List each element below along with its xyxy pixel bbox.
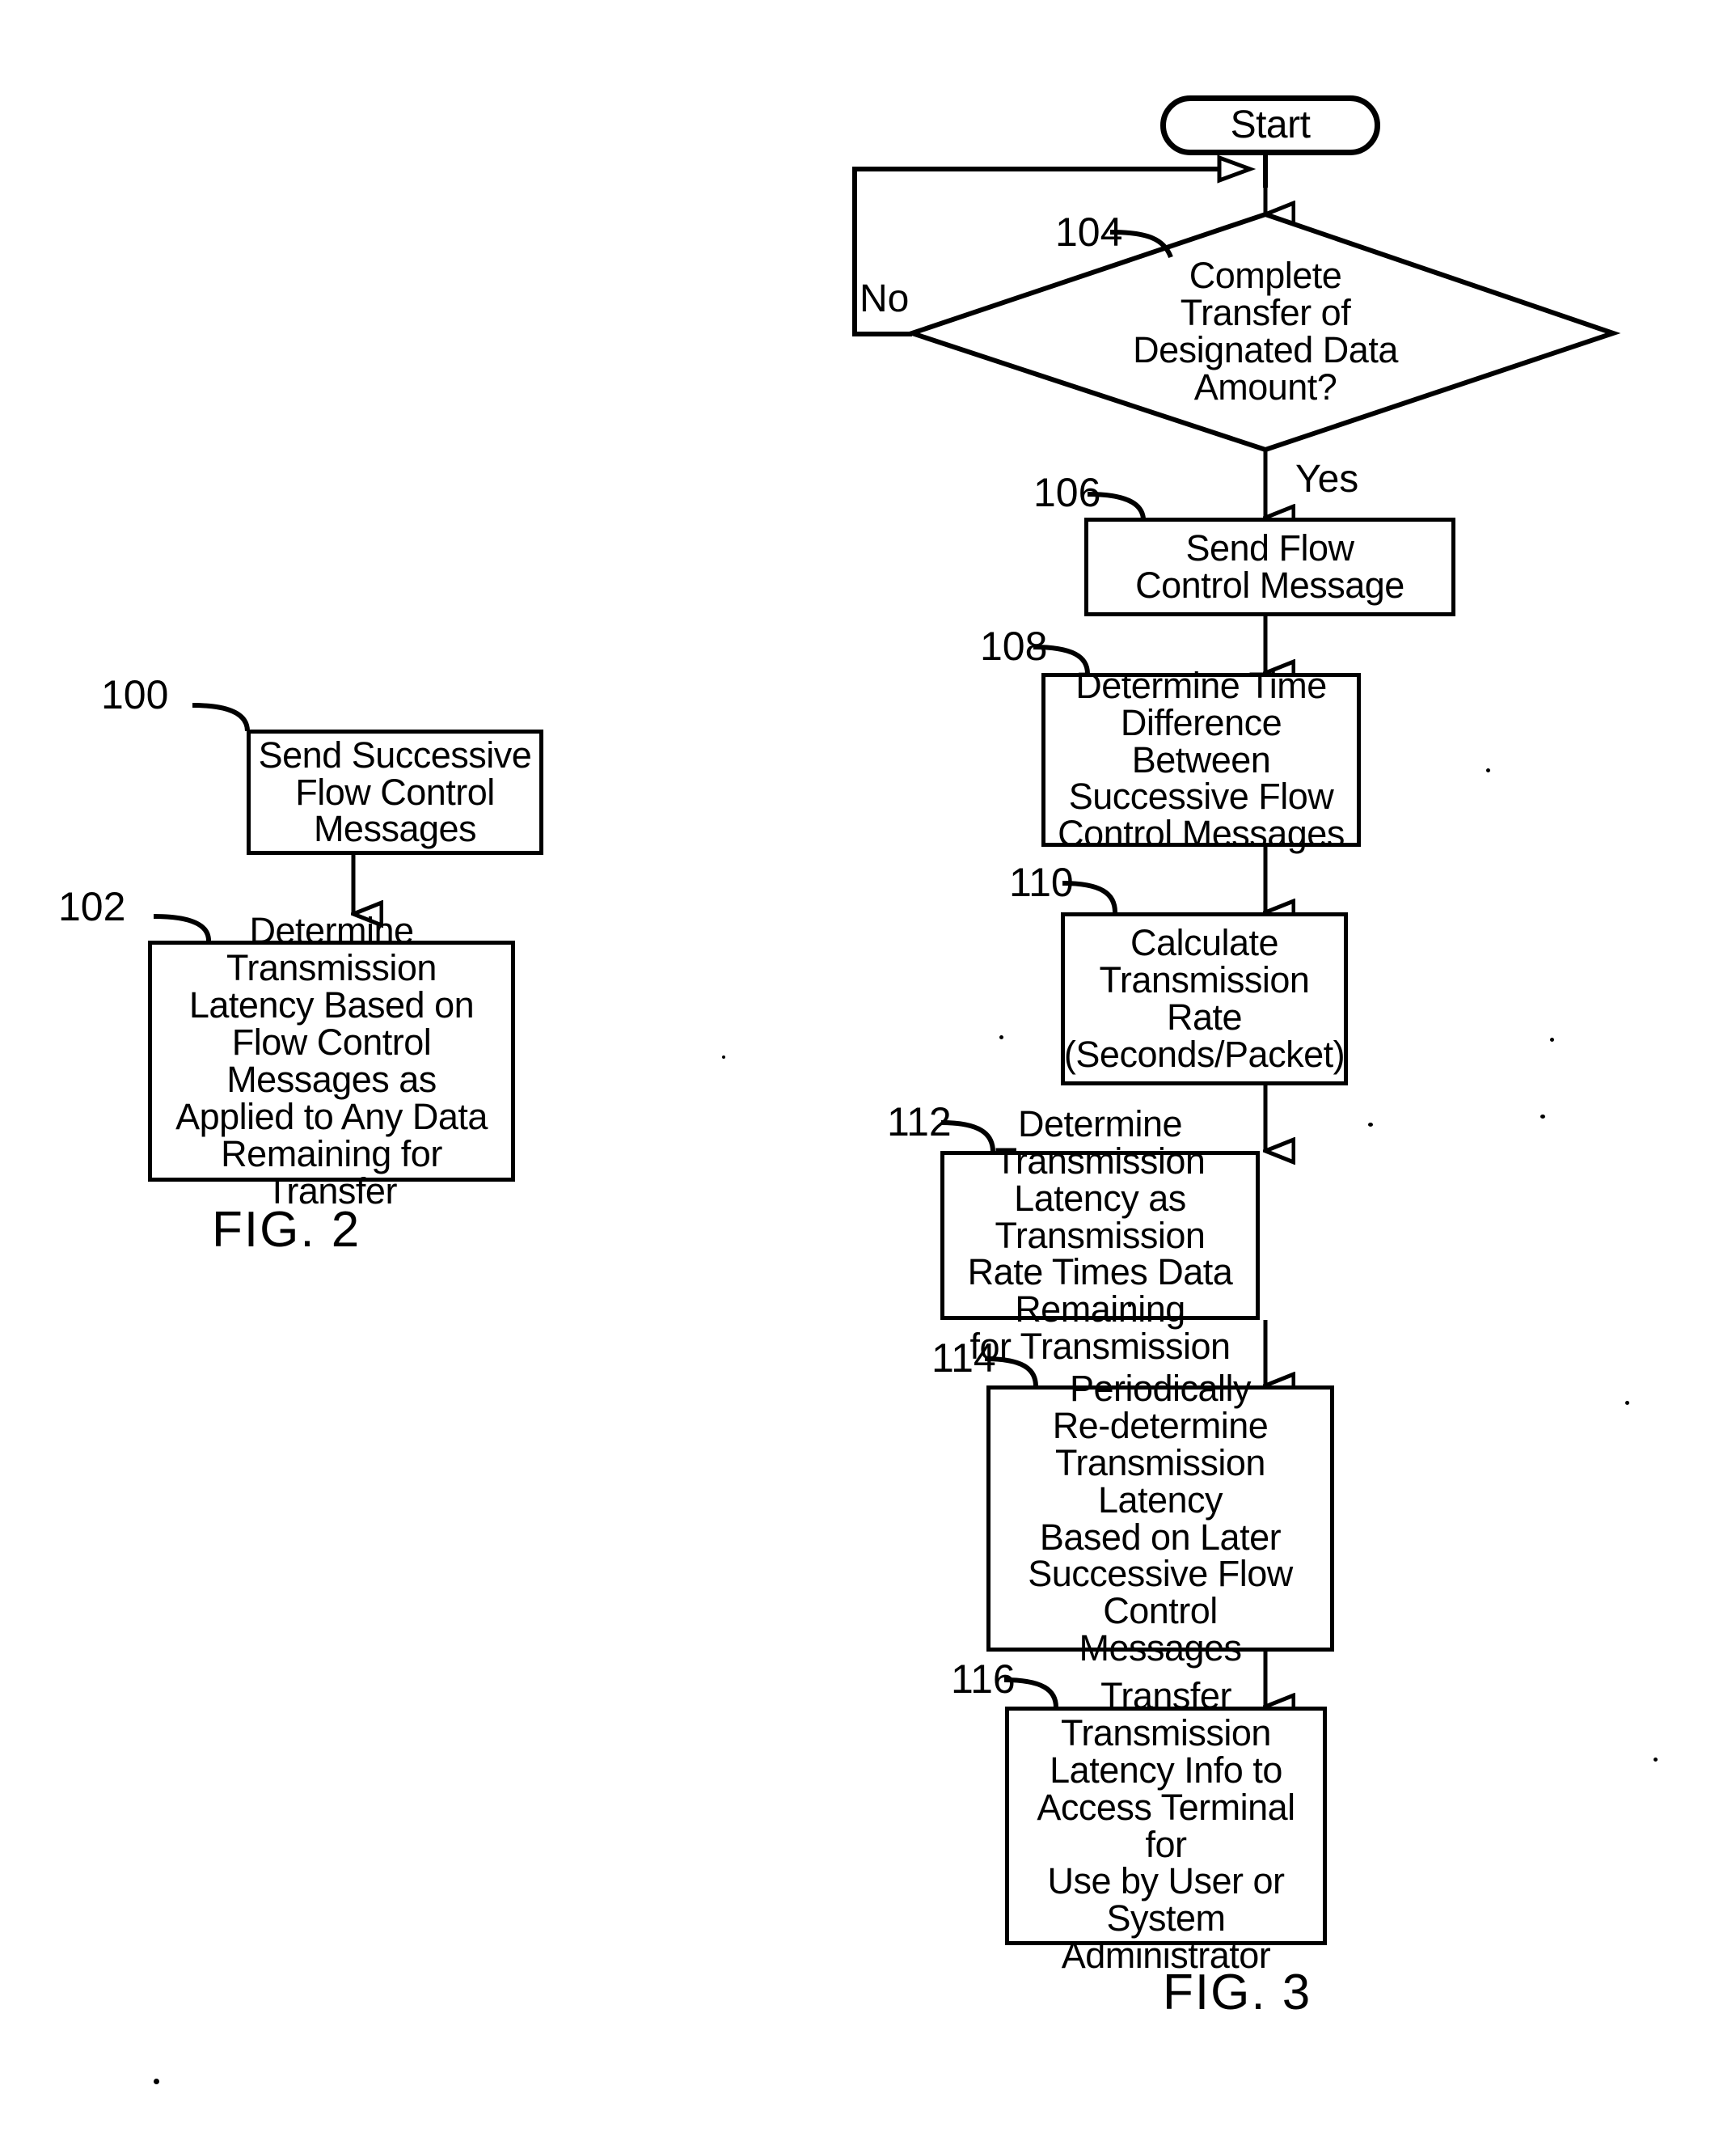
process-box-determine-transmission-latency-fig3[interactable]: Determine Transmission Latency as Transm… xyxy=(940,1105,1260,1365)
reference-numeral-102: 102 xyxy=(58,884,126,929)
terminator-label: Start xyxy=(1230,103,1311,146)
edge-label-no: No xyxy=(860,277,910,320)
process-box-label: Send Successive Flow Control Messages xyxy=(258,734,532,850)
figure-label-fig2: FIG. 2 xyxy=(212,1202,361,1258)
reference-numeral-112: 112 xyxy=(887,1099,952,1144)
reference-numeral-114: 114 xyxy=(931,1335,996,1381)
scan-speck xyxy=(1128,1304,1131,1307)
reference-numeral-108: 108 xyxy=(980,624,1048,669)
reference-numeral-106: 106 xyxy=(1033,470,1101,515)
scan-speck xyxy=(1486,768,1490,772)
scan-speck xyxy=(722,1055,725,1059)
drawing-canvas: 100 Send Successive Flow Control Message… xyxy=(0,0,1736,2132)
process-box-label: Determine Time Difference Between Succes… xyxy=(1058,664,1345,855)
process-box-periodically-redetermine-latency[interactable]: Periodically Re-determine Transmission L… xyxy=(986,1369,1334,1667)
process-box-send-successive-flow-control-messages[interactable]: Send Successive Flow Control Messages xyxy=(247,730,543,855)
terminator-start[interactable]: Start xyxy=(1160,95,1380,155)
process-box-calculate-transmission-rate[interactable]: Calculate Transmission Rate (Seconds/Pac… xyxy=(1061,912,1348,1085)
process-box-label: Periodically Re-determine Transmission L… xyxy=(1028,1367,1293,1669)
figure-label-fig3: FIG. 3 xyxy=(1163,1965,1312,2020)
scan-speck xyxy=(1550,1038,1554,1042)
scan-speck xyxy=(1625,1401,1629,1405)
reference-numeral-116: 116 xyxy=(951,1656,1016,1702)
reference-numeral-104: 104 xyxy=(1055,209,1123,255)
scan-speck xyxy=(1540,1115,1545,1119)
process-box-label: Determine Transmission Latency Based on … xyxy=(175,910,488,1212)
process-box-determine-transmission-latency-fig2[interactable]: Determine Transmission Latency Based on … xyxy=(148,912,515,1209)
edge-label-yes: Yes xyxy=(1295,458,1359,501)
scan-speck xyxy=(1368,1123,1373,1127)
process-box-send-flow-control-message[interactable]: Send Flow Control Message xyxy=(1084,518,1455,616)
reference-numeral-110: 110 xyxy=(1009,860,1074,905)
reference-numeral-100: 100 xyxy=(101,672,169,717)
scan-speck xyxy=(154,2079,159,2084)
scan-speck xyxy=(999,1035,1003,1039)
process-box-label: Calculate Transmission Rate (Seconds/Pac… xyxy=(1063,922,1345,1075)
process-box-label: Transfer Transmission Latency Info to Ac… xyxy=(1037,1674,1295,1977)
fig2-leader-100 xyxy=(192,703,250,732)
process-box-transfer-latency-info[interactable]: Transfer Transmission Latency Info to Ac… xyxy=(1005,1677,1327,1974)
scan-speck xyxy=(1654,1758,1658,1762)
process-box-label: Send Flow Control Message xyxy=(1135,527,1404,606)
process-box-determine-time-difference[interactable]: Determine Time Difference Between Succes… xyxy=(1041,666,1361,852)
process-box-label: Determine Transmission Latency as Transm… xyxy=(967,1102,1233,1368)
decision-diamond-label: Complete Transfer of Designated Data Amo… xyxy=(1133,255,1398,408)
